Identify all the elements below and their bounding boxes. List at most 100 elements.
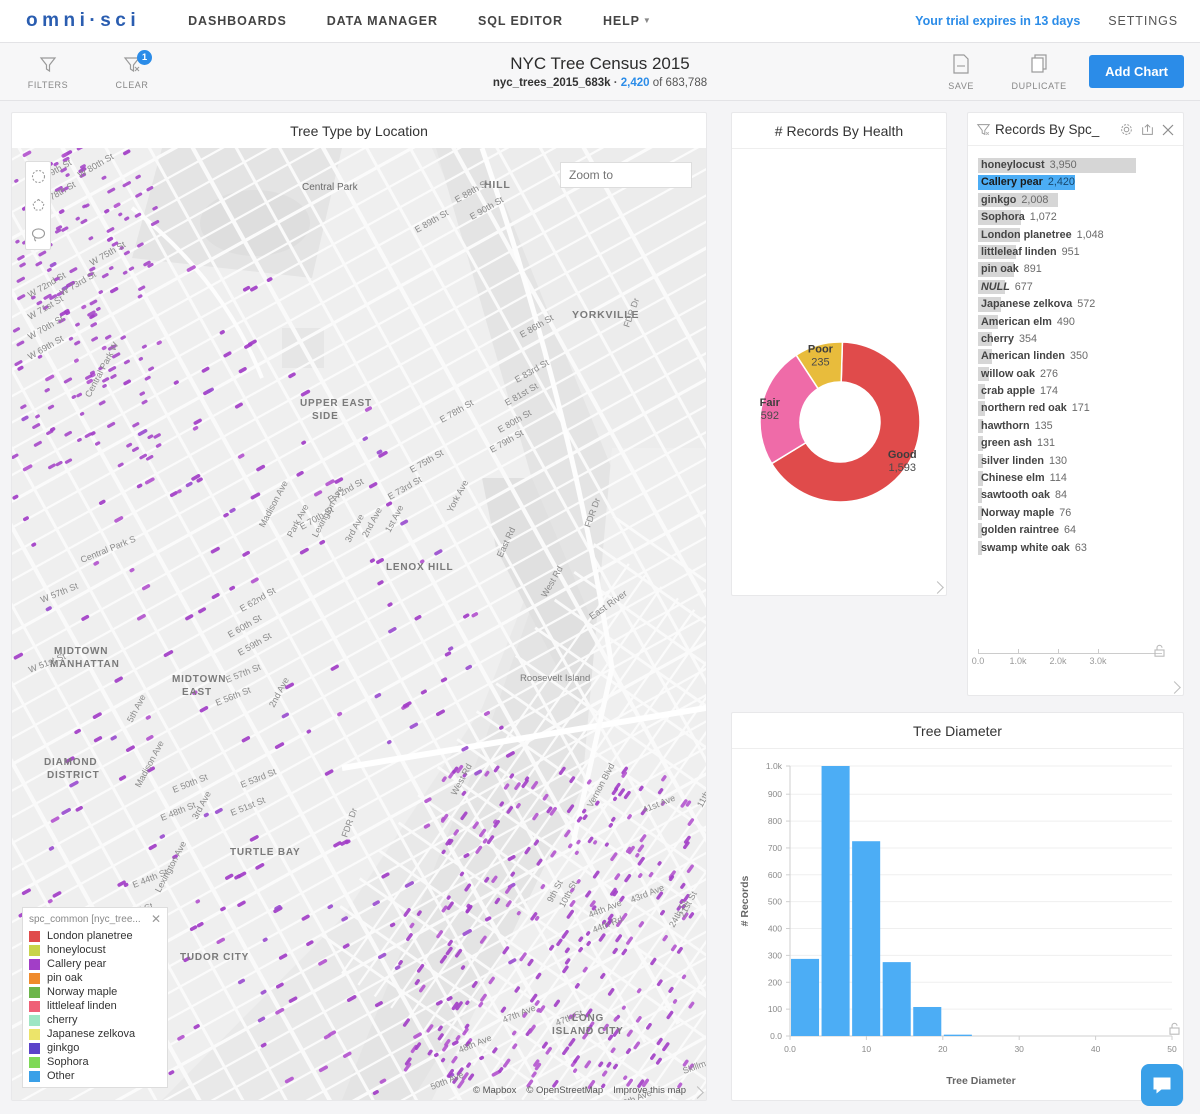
lock-icon[interactable] [1169,1022,1180,1035]
species-bar-label: American elm 490 [981,315,1075,330]
chat-support-button[interactable] [1141,1064,1183,1106]
settings-link[interactable]: SETTINGS [1108,14,1178,28]
map-legend-rows: London planetree honeylocust Callery pear p… [23,929,167,1083]
species-bar-row[interactable]: Norway maple 76 [978,505,1175,522]
total-record-count: of 683,788 [649,77,708,89]
species-name: London planetree [981,228,1072,241]
species-value: 276 [1040,367,1059,380]
legend-item-label: littleleaf linden [47,1000,117,1012]
map-legend-item[interactable]: ginkgo [23,1041,167,1055]
filter-icon[interactable] [976,122,991,137]
hist-bar[interactable] [913,1006,942,1036]
species-bar-label: swamp white oak 63 [981,541,1087,556]
hist-bar[interactable] [943,1034,972,1036]
app-logo[interactable]: omni·sci [26,10,140,32]
map-legend-item[interactable]: littleleaf linden [23,999,167,1013]
svg-text:MIDTOWN: MIDTOWN [172,674,226,685]
map-legend-item[interactable]: London planetree [23,929,167,943]
species-bar-row[interactable]: sawtooth oak 84 [978,487,1175,504]
attribution-mapbox[interactable]: © Mapbox [473,1085,516,1096]
save-button[interactable]: SAVE [933,53,989,91]
species-bar-row[interactable]: green ash 131 [978,435,1175,452]
species-bar-row[interactable]: crab apple 174 [978,383,1175,400]
species-bar-row[interactable]: swamp white oak 63 [978,540,1175,557]
svg-text:DIAMOND: DIAMOND [44,757,97,768]
polygon-select-icon[interactable] [26,191,50,220]
species-bar-row[interactable]: Chinese elm 114 [978,470,1175,487]
lock-icon[interactable] [1154,644,1165,662]
popout-icon[interactable] [1140,122,1155,137]
species-name: Norway maple [981,506,1055,519]
diameter-histogram[interactable]: 0.0 100 200 300 400 500 600 700 800 900 1.0k 0.0 10 2… [732,748,1183,1100]
health-donut-chart[interactable]: Good1,593 Fair592 Poor235 [732,148,948,595]
map-legend-item[interactable]: cherry [23,1013,167,1027]
map-legend-item[interactable]: Norway maple [23,985,167,999]
filters-button[interactable]: FILTERS [20,54,76,90]
hist-x-tick-label: 50 [1167,1044,1177,1054]
nav-sql-editor[interactable]: SQL EDITOR [478,14,563,28]
duplicate-button[interactable]: DUPLICATE [1011,53,1067,91]
nav-dashboards[interactable]: DASHBOARDS [188,14,287,28]
attribution-improve-map[interactable]: Improve this map [613,1085,686,1096]
filter-icon [39,56,57,72]
map-legend-item[interactable]: honeylocust [23,943,167,957]
legend-item-label: honeylocust [47,944,106,956]
svg-text:SIDE: SIDE [312,411,339,422]
species-bar-row[interactable]: pin oak 891 [978,261,1175,278]
species-value: 114 [1049,472,1067,485]
lasso-select-icon[interactable] [26,220,50,249]
species-bar-row[interactable]: ginkgo 2,008 [978,192,1175,209]
species-bar-row[interactable]: littleleaf linden 951 [978,244,1175,261]
species-bar-row[interactable]: northern red oak 171 [978,400,1175,417]
species-value: 135 [1034,419,1053,432]
legend-color-swatch [29,1000,40,1012]
nav-help[interactable]: HELP ▼ [603,14,652,28]
svg-text:TUDOR CITY: TUDOR CITY [180,952,249,963]
clear-filters-button[interactable]: 1 CLEAR [104,49,160,90]
map-legend-item[interactable]: Callery pear [23,957,167,971]
species-bar-row[interactable]: willow oak 276 [978,366,1175,383]
map-legend-item[interactable]: Sophora [23,1055,167,1069]
legend-color-swatch [29,986,40,998]
map-legend-item[interactable]: pin oak [23,971,167,985]
species-bar-row[interactable]: American elm 490 [978,314,1175,331]
map-legend-title: spc_common [nyc_tree... [29,913,141,925]
map-legend-item[interactable]: Other [23,1069,167,1083]
attribution-osm[interactable]: © OpenStreetMap [526,1085,603,1096]
hist-bar[interactable] [791,958,820,1036]
svg-text:UPPER EAST: UPPER EAST [300,398,372,409]
hist-y-tick-label: 700 [768,843,782,853]
circle-select-icon[interactable] [26,162,50,191]
add-chart-button[interactable]: Add Chart [1089,55,1184,88]
species-bar-label: Callery pear 2,420 [981,175,1075,190]
trial-notice[interactable]: Your trial expires in 13 days [915,14,1080,28]
gear-icon[interactable] [1119,122,1134,137]
species-bar-row[interactable]: Sophora 1,072 [978,209,1175,226]
donut-slice-label: Good [888,449,917,461]
species-chart-title: Records By Spc_ [995,122,1100,137]
close-icon[interactable]: ✕ [151,913,161,925]
species-bar-row[interactable]: London planetree 1,048 [978,227,1175,244]
species-bar-row[interactable]: Japanese zelkova 572 [978,296,1175,313]
nav-data-manager-label: DATA MANAGER [326,14,438,28]
legend-color-swatch [29,972,40,984]
species-bar-row[interactable]: NULL 677 [978,279,1175,296]
species-bar-row[interactable]: honeylocust 3,950 [978,157,1175,174]
hist-bar[interactable] [821,766,850,1036]
close-icon[interactable] [1161,123,1175,137]
map-canvas[interactable]: Central Park HILL YORKVILLE UPPER EAST SIDE L… [12,148,706,1100]
hist-bar[interactable] [882,962,911,1036]
hist-bar[interactable] [852,841,881,1036]
species-bar-row[interactable]: hawthorn 135 [978,418,1175,435]
species-bar-row[interactable]: cherry 354 [978,331,1175,348]
nav-data-manager[interactable]: DATA MANAGER [327,14,438,28]
species-bar-row[interactable]: golden raintree 64 [978,522,1175,539]
species-bar-row[interactable]: silver linden 130 [978,453,1175,470]
species-value: 1,072 [1029,211,1057,224]
species-bar-row[interactable]: Callery pear 2,420 [978,174,1175,191]
species-resize-handle[interactable] [1168,681,1181,694]
map-legend-item[interactable]: Japanese zelkova [23,1027,167,1041]
species-bar-row[interactable]: American linden 350 [978,348,1175,365]
map-zoom-to-input[interactable] [560,162,692,188]
health-donut-wrap: Good 1,593 Fair 592 Poor 235 [732,148,946,595]
